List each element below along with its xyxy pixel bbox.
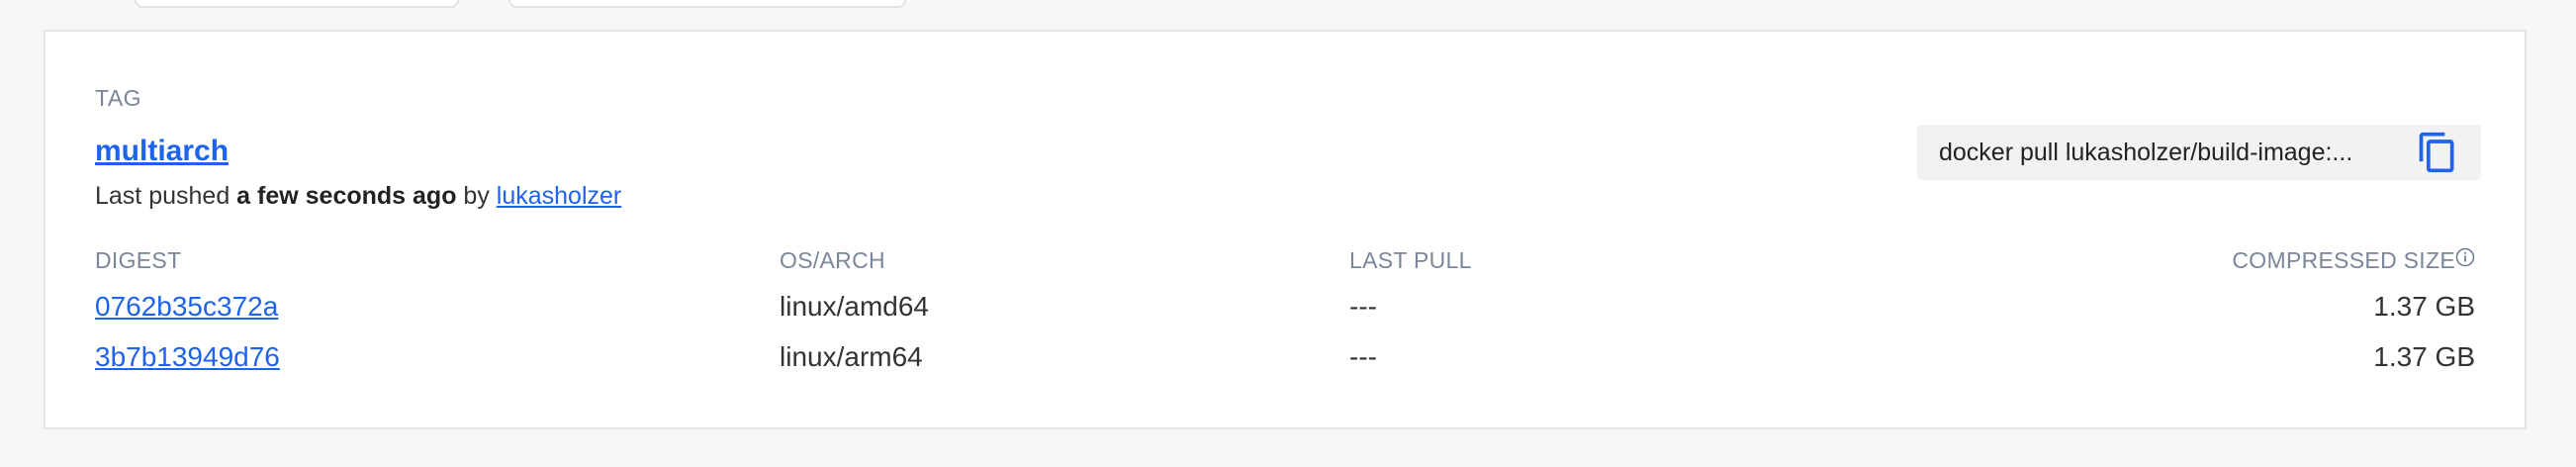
last-pushed-time: a few seconds ago xyxy=(236,182,457,210)
tag-name-link[interactable]: multiarch xyxy=(95,135,229,168)
digest-link[interactable]: 3b7b13949d76 xyxy=(95,341,280,373)
pull-command-text: docker pull lukasholzer/build-image:... xyxy=(1939,139,2353,166)
pull-command-box: docker pull lukasholzer/build-image:... xyxy=(1917,125,2481,180)
compressed-size-value: 1.37 GB xyxy=(2373,341,2475,372)
pushed-by-user-link[interactable]: lukasholzer xyxy=(497,182,621,210)
digest-link[interactable]: 0762b35c372a xyxy=(95,291,278,323)
table-row: 0762b35c372a linux/amd64 --- 1.37 GB xyxy=(46,291,2525,330)
last-pull-value: --- xyxy=(1349,291,1377,322)
last-pushed-prefix: Last pushed xyxy=(95,182,230,210)
os-arch-value: linux/arm64 xyxy=(780,341,923,372)
last-pushed-info: Last pushed a few seconds ago by lukasho… xyxy=(95,182,621,211)
filter-dropdown-fragment[interactable] xyxy=(135,0,459,8)
copy-icon[interactable] xyxy=(2416,131,2459,174)
compressed-size-value: 1.37 GB xyxy=(2373,291,2475,322)
os-arch-value: linux/amd64 xyxy=(780,291,929,322)
tag-section-label: TAG xyxy=(95,85,142,111)
header-os-arch: OS/ARCH xyxy=(780,247,885,273)
header-digest: DIGEST xyxy=(95,247,182,273)
top-tab-fragments xyxy=(0,0,2576,10)
pushed-by-word: by xyxy=(463,182,490,210)
header-last-pull: LAST PULL xyxy=(1349,247,1472,273)
tag-card: TAG multiarch Last pushed a few seconds … xyxy=(44,30,2527,429)
info-icon[interactable] xyxy=(2455,247,2475,267)
header-compressed-size: COMPRESSED SIZE xyxy=(2232,247,2455,273)
table-row: 3b7b13949d76 linux/arm64 --- 1.37 GB xyxy=(46,341,2525,381)
search-field-fragment[interactable] xyxy=(508,0,906,8)
last-pull-value: --- xyxy=(1349,341,1377,372)
